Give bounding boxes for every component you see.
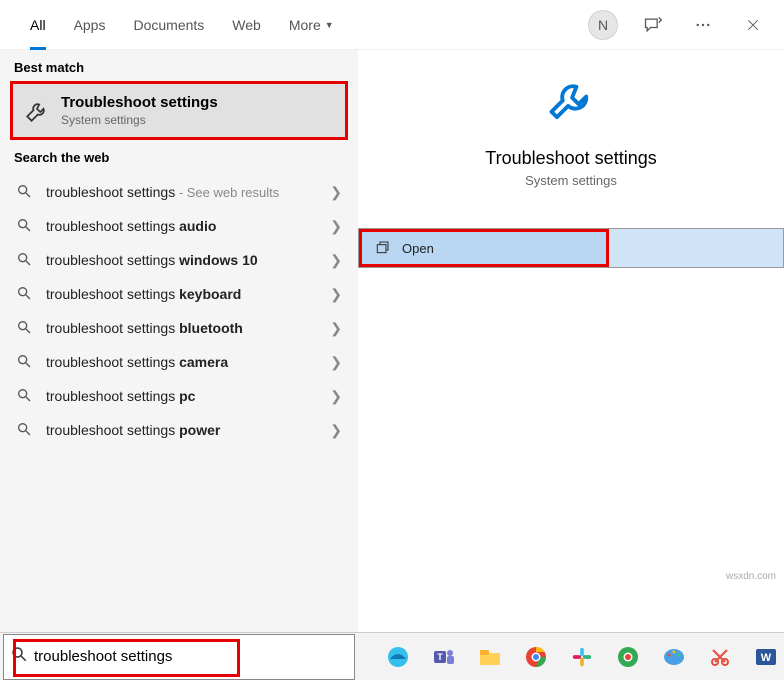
chevron-right-icon: ❯ — [330, 388, 342, 405]
search-icon — [16, 285, 34, 303]
teams-icon[interactable]: T — [431, 644, 457, 670]
chevron-right-icon: ❯ — [330, 286, 342, 303]
search-icon — [16, 353, 34, 371]
search-box[interactable] — [3, 634, 355, 680]
result-text: troubleshoot settings windows 10 — [46, 252, 330, 268]
open-button[interactable]: Open — [359, 229, 609, 267]
chevron-right-icon: ❯ — [330, 320, 342, 337]
file-explorer-icon[interactable] — [477, 644, 503, 670]
tab-documents[interactable]: Documents — [119, 0, 218, 50]
web-result-item[interactable]: troubleshoot settings bluetooth ❯ — [0, 311, 358, 345]
result-text: troubleshoot settings power — [46, 422, 330, 438]
web-result-list: troubleshoot settings - See web results … — [0, 171, 358, 447]
chevron-right-icon: ❯ — [330, 422, 342, 439]
search-icon — [16, 421, 34, 439]
web-result-item[interactable]: troubleshoot settings audio ❯ — [0, 209, 358, 243]
web-result-item[interactable]: troubleshoot settings power ❯ — [0, 413, 358, 447]
chevron-down-icon: ▼ — [325, 20, 334, 30]
preview-subtitle: System settings — [525, 173, 617, 188]
result-text: troubleshoot settings bluetooth — [46, 320, 330, 336]
chrome-icon[interactable] — [523, 644, 549, 670]
word-icon[interactable]: W — [753, 644, 779, 670]
search-icon — [16, 387, 34, 405]
slack-icon[interactable] — [569, 644, 595, 670]
open-label: Open — [402, 241, 434, 256]
result-text: troubleshoot settings camera — [46, 354, 330, 370]
web-result-item[interactable]: troubleshoot settings keyboard ❯ — [0, 277, 358, 311]
search-web-heading: Search the web — [0, 140, 358, 171]
edge-icon[interactable] — [385, 644, 411, 670]
tab-all[interactable]: All — [16, 0, 60, 50]
search-icon — [16, 183, 34, 201]
user-avatar[interactable]: N — [588, 10, 618, 40]
bottom-bar: T W — [0, 632, 784, 680]
best-match-subtitle: System settings — [61, 113, 218, 127]
result-text: troubleshoot settings audio — [46, 218, 330, 234]
tab-more[interactable]: More ▼ — [275, 0, 348, 50]
tab-apps[interactable]: Apps — [60, 0, 120, 50]
paint-icon[interactable] — [661, 644, 687, 670]
search-input[interactable] — [34, 635, 354, 679]
result-text: troubleshoot settings - See web results — [46, 184, 330, 200]
more-options-icon[interactable] — [688, 10, 718, 40]
search-icon — [10, 645, 28, 668]
feedback-icon[interactable] — [638, 10, 668, 40]
tab-web[interactable]: Web — [218, 0, 275, 50]
search-icon — [16, 251, 34, 269]
result-text: troubleshoot settings pc — [46, 388, 330, 404]
results-panel: Best match Troubleshoot settings System … — [0, 50, 358, 632]
snip-icon[interactable] — [707, 644, 733, 670]
wrench-icon — [23, 97, 51, 125]
svg-text:T: T — [437, 652, 443, 662]
taskbar: T W — [355, 644, 784, 670]
web-result-item[interactable]: troubleshoot settings - See web results … — [0, 175, 358, 209]
best-match-heading: Best match — [0, 50, 358, 81]
chevron-right-icon: ❯ — [330, 252, 342, 269]
close-button[interactable] — [738, 10, 768, 40]
best-match-title: Troubleshoot settings — [61, 94, 218, 111]
preview-title: Troubleshoot settings — [485, 148, 656, 169]
chevron-right-icon: ❯ — [330, 354, 342, 371]
open-icon — [374, 240, 390, 256]
preview-actions: Open — [358, 228, 784, 268]
result-text: troubleshoot settings keyboard — [46, 286, 330, 302]
chevron-right-icon: ❯ — [330, 218, 342, 235]
chevron-right-icon: ❯ — [330, 184, 342, 201]
chrome-alt-icon[interactable] — [615, 644, 641, 670]
preview-panel: Troubleshoot settings System settings Op… — [358, 50, 784, 632]
filter-tabs: All Apps Documents Web More ▼ N — [0, 0, 784, 50]
web-result-item[interactable]: troubleshoot settings camera ❯ — [0, 345, 358, 379]
svg-text:W: W — [761, 652, 772, 664]
tab-more-label: More — [289, 17, 321, 33]
best-match-result[interactable]: Troubleshoot settings System settings — [10, 81, 348, 140]
search-icon — [16, 217, 34, 235]
wrench-icon — [543, 74, 599, 130]
web-result-item[interactable]: troubleshoot settings windows 10 ❯ — [0, 243, 358, 277]
action-spacer — [609, 229, 783, 267]
search-icon — [16, 319, 34, 337]
web-result-item[interactable]: troubleshoot settings pc ❯ — [0, 379, 358, 413]
watermark: wsxdn.com — [726, 571, 776, 582]
